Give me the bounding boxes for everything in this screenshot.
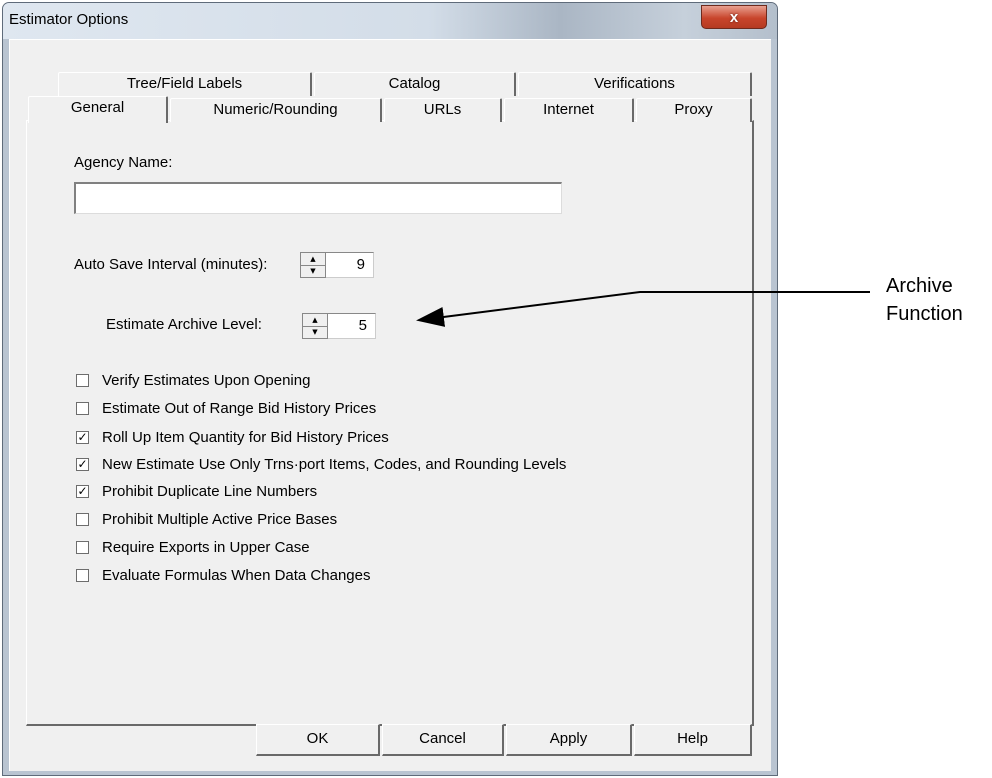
tab-general[interactable]: General xyxy=(28,96,168,123)
annotation-line-1: Archive xyxy=(886,275,953,297)
tab-label: General xyxy=(70,99,125,116)
annotation-label: Archive Function xyxy=(886,272,963,328)
annotation-line-2: Function xyxy=(886,303,963,325)
